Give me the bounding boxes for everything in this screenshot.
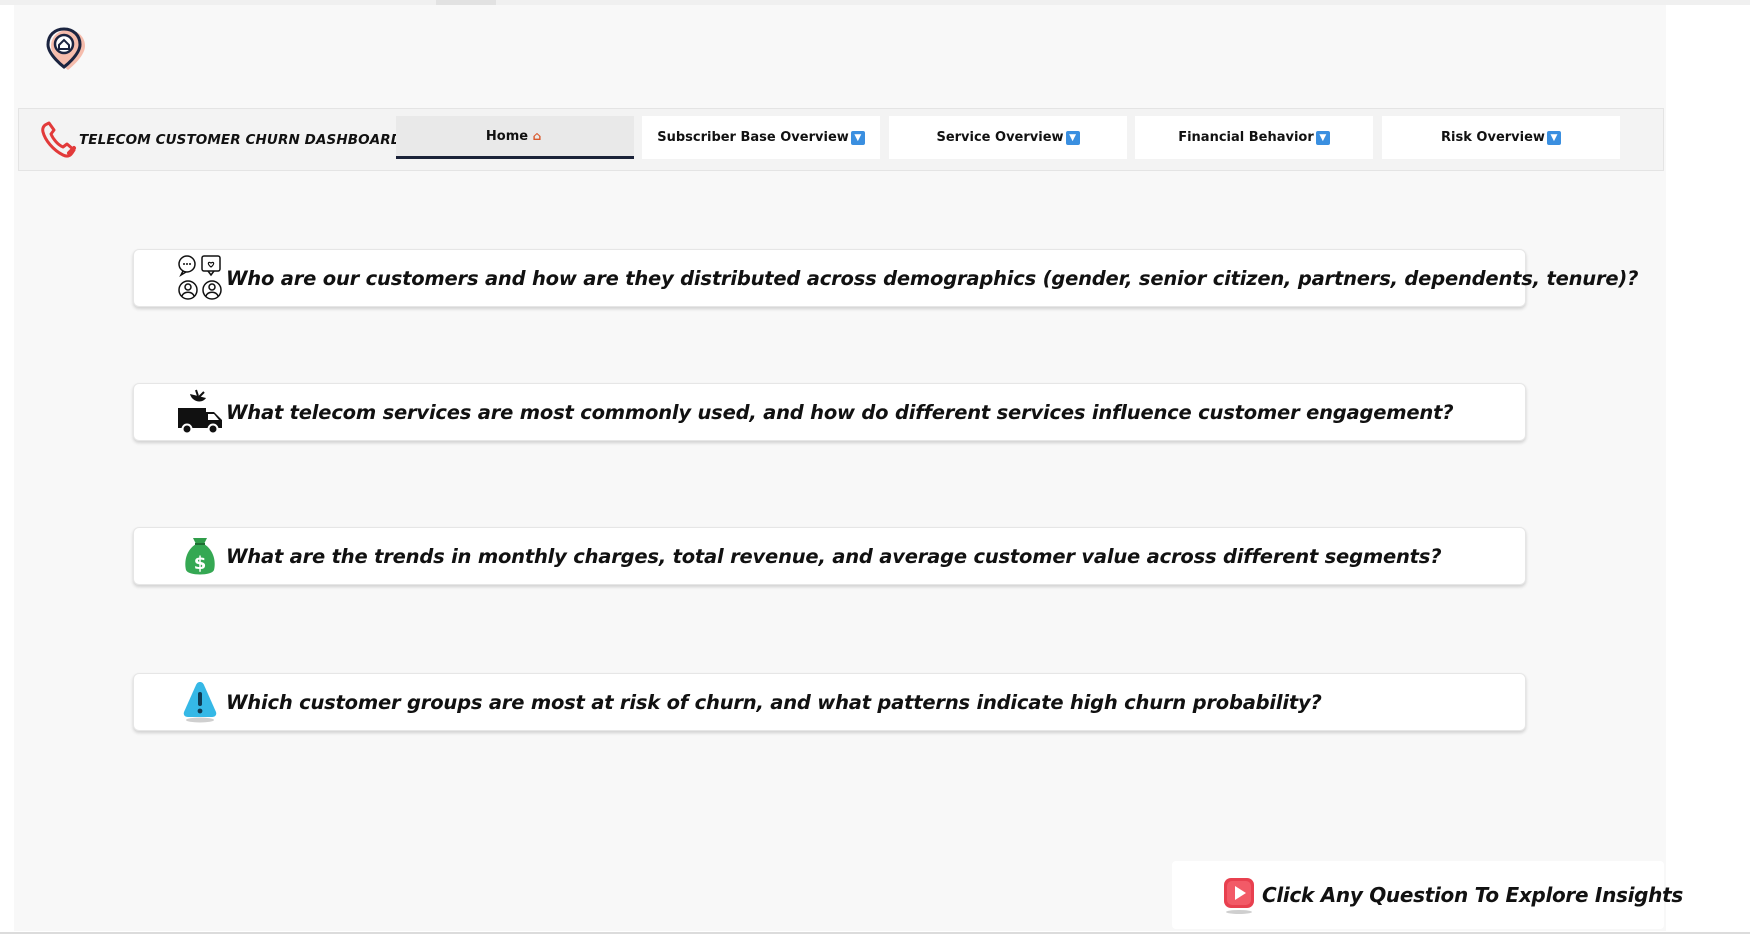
question-card-financial[interactable]: $ What are the trends in monthly charges… (133, 527, 1526, 585)
people-chat-icon (176, 254, 224, 302)
question-card-churn-risk[interactable]: Which customer groups are most at risk o… (133, 673, 1526, 731)
tab-financial-label: Financial Behavior (1178, 130, 1314, 145)
tab-subscriber-base-overview[interactable]: Subscriber Base Overview ▼ (642, 116, 880, 159)
question-text: Who are our customers and how are they d… (226, 266, 1639, 290)
down-arrow-button-icon: ▼ (850, 130, 865, 145)
down-arrow-button-icon: ▼ (1546, 130, 1561, 145)
house-icon: ⌂ (532, 129, 542, 143)
dashboard-title: TELECOM CUSTOMER CHURN DASHBOARD (79, 132, 403, 148)
satellite-van-icon (176, 388, 224, 436)
tab-service-label: Service Overview (936, 130, 1064, 145)
question-card-demographics[interactable]: Who are our customers and how are they d… (133, 249, 1638, 307)
top-navbar: TELECOM CUSTOMER CHURN DASHBOARD Home ⌂ … (18, 108, 1664, 171)
tab-risk-overview[interactable]: Risk Overview ▼ (1382, 116, 1620, 159)
money-bag-icon: $ (176, 532, 224, 580)
explore-insights-callout[interactable]: Click Any Question To Explore Insights (1172, 861, 1683, 929)
svg-text:$: $ (194, 553, 207, 574)
down-arrow-button-icon: ▼ (1315, 130, 1330, 145)
cta-text: Click Any Question To Explore Insights (1262, 883, 1683, 907)
question-text: What are the trends in monthly charges, … (226, 544, 1442, 568)
tab-home[interactable]: Home ⌂ (396, 116, 634, 159)
question-text: What telecom services are most commonly … (226, 400, 1454, 424)
brand: TELECOM CUSTOMER CHURN DASHBOARD (39, 120, 402, 160)
play-button-icon (1222, 876, 1256, 914)
tab-financial-behavior[interactable]: Financial Behavior ▼ (1135, 116, 1373, 159)
phone-receiver-icon (39, 120, 79, 160)
question-text: Which customer groups are most at risk o… (226, 690, 1322, 714)
warning-cone-icon (176, 678, 224, 726)
tab-service-overview[interactable]: Service Overview ▼ (889, 116, 1127, 159)
location-home-pin-icon (44, 26, 86, 72)
question-card-services[interactable]: What telecom services are most commonly … (133, 383, 1526, 441)
tab-risk-label: Risk Overview (1441, 130, 1545, 145)
down-arrow-button-icon: ▼ (1065, 130, 1080, 145)
tab-home-label: Home (485, 128, 529, 144)
tab-subscriber-label: Subscriber Base Overview (657, 130, 849, 145)
